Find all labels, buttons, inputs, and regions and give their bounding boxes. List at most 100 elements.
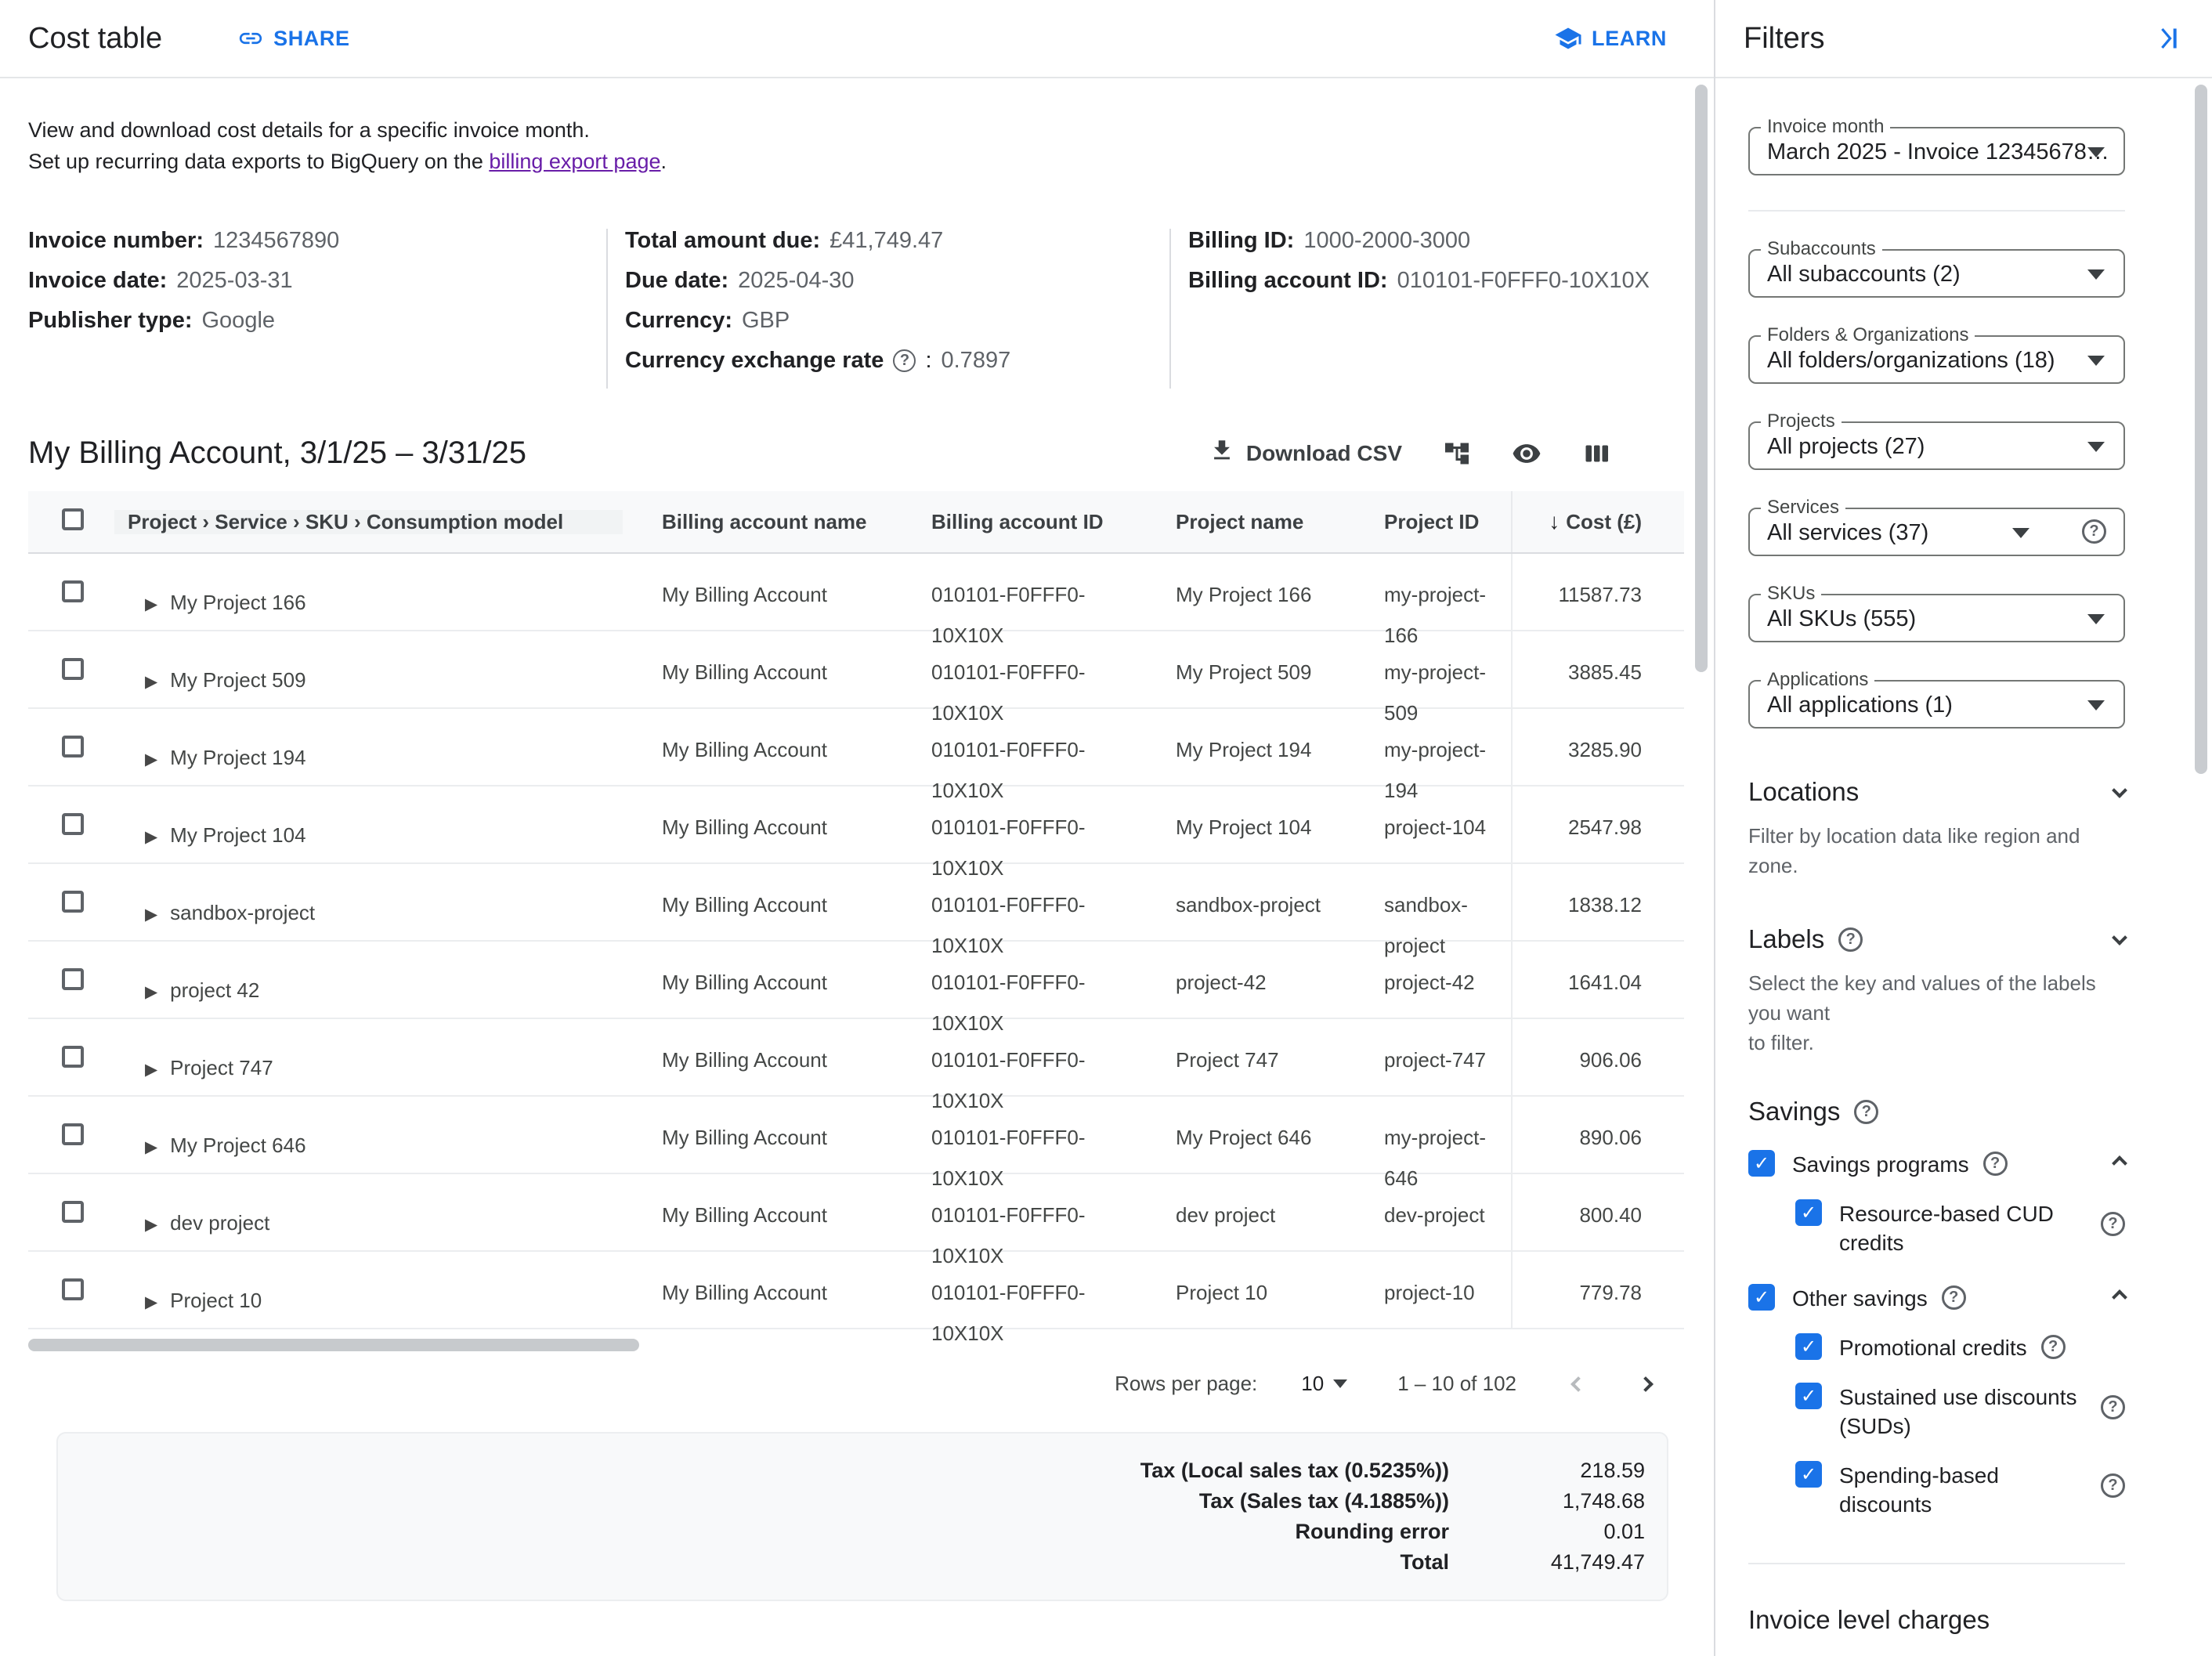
row-checkbox[interactable] xyxy=(62,891,84,913)
tax-local-label: Tax (Local sales tax (0.5235%)) xyxy=(1140,1455,1449,1486)
row-checkbox[interactable] xyxy=(62,1046,84,1068)
download-csv-button[interactable]: Download CSV xyxy=(1209,437,1402,469)
next-page-button[interactable] xyxy=(1640,1379,1651,1390)
other-savings-help-icon[interactable] xyxy=(1942,1285,1966,1310)
row-checkbox[interactable] xyxy=(62,580,84,602)
subaccounts-select[interactable]: Subaccounts All subaccounts (2) xyxy=(1748,249,2125,298)
billing-account-id-label: Billing account ID: xyxy=(1188,269,1388,292)
resource-cud-help[interactable] xyxy=(2101,1212,2125,1236)
rounding-error-value: 0.01 xyxy=(1449,1517,1645,1547)
promotional-credits-help-icon[interactable] xyxy=(2041,1335,2066,1359)
row-project-label[interactable]: My Project 166 xyxy=(170,582,305,623)
chevron-left-icon xyxy=(1570,1376,1586,1392)
table-row: dev project My Billing Account 010101-F0… xyxy=(28,1174,1684,1252)
invoice-month-select[interactable]: Invoice month March 2025 - Invoice 12345… xyxy=(1748,127,2125,175)
applications-select[interactable]: Applications All applications (1) xyxy=(1748,680,2125,729)
row-project-label[interactable]: My Project 646 xyxy=(170,1125,305,1166)
savings-help-icon[interactable] xyxy=(1854,1100,1878,1124)
column-header-cost[interactable]: Cost (£) xyxy=(1511,491,1684,552)
row-project-label[interactable]: My Project 509 xyxy=(170,660,305,700)
expand-row-icon[interactable] xyxy=(145,660,157,703)
column-header-project-service-sku[interactable]: Project › Service › SKU › Consumption mo… xyxy=(114,510,623,534)
share-label: SHARE xyxy=(273,27,350,51)
labels-section-header[interactable]: Labels xyxy=(1748,924,2125,954)
chevron-down-icon xyxy=(2114,932,2125,947)
total-due-label: Total amount due: xyxy=(625,229,820,252)
column-header-billing-account-name[interactable]: Billing account name xyxy=(662,510,931,534)
sustained-use-discounts-row: Sustained use discounts (SUDs) xyxy=(1795,1383,2125,1441)
expand-row-icon[interactable] xyxy=(145,1202,157,1246)
folders-organizations-select[interactable]: Folders & Organizations All folders/orga… xyxy=(1748,335,2125,384)
services-help-icon[interactable] xyxy=(2082,519,2106,544)
row-project-label[interactable]: project 42 xyxy=(170,970,259,1011)
row-checkbox[interactable] xyxy=(62,1201,84,1223)
resource-cud-credits-checkbox[interactable] xyxy=(1795,1199,1822,1226)
exchange-rate-help-icon[interactable] xyxy=(893,349,916,372)
labels-help-icon[interactable] xyxy=(1838,927,1863,952)
row-checkbox[interactable] xyxy=(62,813,84,835)
skus-select[interactable]: SKUs All SKUs (555) xyxy=(1748,594,2125,642)
savings-programs-checkbox[interactable] xyxy=(1748,1150,1775,1177)
previous-page-button[interactable] xyxy=(1573,1379,1584,1390)
row-checkbox[interactable] xyxy=(62,658,84,680)
sort-descending-icon xyxy=(1549,509,1560,534)
chevron-down-icon xyxy=(1333,1379,1347,1388)
filters-divider xyxy=(1748,1563,2125,1564)
expand-row-icon[interactable] xyxy=(145,815,157,858)
collapse-group-button[interactable] xyxy=(2114,1150,2125,1169)
spending-based-discounts-checkbox[interactable] xyxy=(1795,1461,1822,1488)
row-project-label[interactable]: Project 10 xyxy=(170,1280,262,1321)
other-savings-checkbox[interactable] xyxy=(1748,1284,1775,1311)
row-project-label[interactable]: My Project 194 xyxy=(170,737,305,778)
savings-programs-help-icon[interactable] xyxy=(1983,1152,2008,1176)
visibility-icon[interactable] xyxy=(1512,439,1542,468)
spending-based-help[interactable] xyxy=(2101,1473,2125,1498)
services-select[interactable]: Services All services (37) xyxy=(1748,508,2125,556)
row-checkbox[interactable] xyxy=(62,1123,84,1145)
row-project-label[interactable]: dev project xyxy=(170,1202,269,1243)
row-cost: 11587.73 xyxy=(1511,554,1684,631)
invoice-level-charges-title: Invoice level charges xyxy=(1748,1605,2125,1635)
row-project-label[interactable]: sandbox-project xyxy=(170,892,315,933)
column-settings-icon[interactable] xyxy=(1582,439,1610,468)
expand-row-icon[interactable] xyxy=(145,1047,157,1090)
row-cost: 906.06 xyxy=(1511,1019,1684,1097)
savings-programs-label: Savings programs xyxy=(1792,1150,1969,1179)
expand-row-icon[interactable] xyxy=(145,1125,157,1168)
expand-row-icon[interactable] xyxy=(145,737,157,780)
row-checkbox[interactable] xyxy=(62,736,84,757)
row-checkbox[interactable] xyxy=(62,968,84,990)
billing-export-link[interactable]: billing export page xyxy=(489,150,660,173)
learn-button[interactable]: LEARN xyxy=(1554,24,1667,52)
table-header-row: Project › Service › SKU › Consumption mo… xyxy=(28,491,1684,554)
group-hierarchy-icon[interactable] xyxy=(1443,439,1471,468)
share-button[interactable]: SHARE xyxy=(237,25,350,52)
projects-select[interactable]: Projects All projects (27) xyxy=(1748,421,2125,470)
expand-row-icon[interactable] xyxy=(145,582,157,625)
collapse-group-button[interactable] xyxy=(2114,1284,2125,1303)
collapse-panel-button[interactable] xyxy=(2152,23,2184,54)
main-vertical-scrollbar[interactable] xyxy=(1695,85,1708,672)
row-checkbox[interactable] xyxy=(62,1278,84,1300)
expand-row-icon[interactable] xyxy=(145,1280,157,1323)
promotional-credits-checkbox[interactable] xyxy=(1795,1333,1822,1360)
savings-section-header: Savings xyxy=(1748,1097,2125,1126)
filters-vertical-scrollbar[interactable] xyxy=(2195,85,2207,774)
column-header-project-name[interactable]: Project name xyxy=(1176,510,1384,534)
expand-row-icon[interactable] xyxy=(145,970,157,1013)
help-icon xyxy=(2101,1212,2125,1236)
select-all-checkbox[interactable] xyxy=(62,508,84,530)
column-header-project-id[interactable]: Project ID xyxy=(1384,510,1511,534)
dropdown-caret-icon xyxy=(2087,147,2105,157)
publisher-type-value: Google xyxy=(202,309,276,332)
expand-row-icon[interactable] xyxy=(145,892,157,935)
column-header-billing-account-id[interactable]: Billing account ID xyxy=(931,510,1176,534)
row-project-label[interactable]: My Project 104 xyxy=(170,815,305,855)
rows-per-page-select[interactable]: 10 xyxy=(1301,1372,1347,1396)
sustained-use-discounts-checkbox[interactable] xyxy=(1795,1383,1822,1409)
locations-section-header[interactable]: Locations xyxy=(1748,777,2125,807)
row-project-label[interactable]: Project 747 xyxy=(170,1047,273,1088)
sustained-use-help[interactable] xyxy=(2101,1395,2125,1419)
invoice-summary: Invoice number:1234567890 Invoice date:2… xyxy=(28,229,1682,389)
sustained-use-discounts-label: Sustained use discounts (SUDs) xyxy=(1839,1383,2077,1441)
